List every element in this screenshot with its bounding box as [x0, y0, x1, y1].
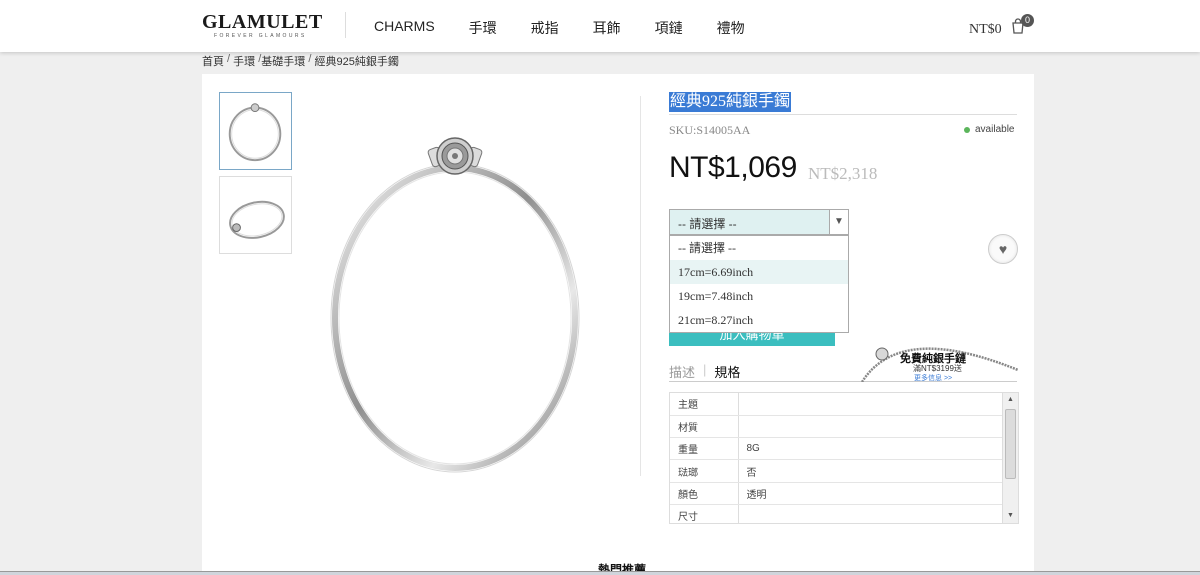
- original-price: NT$2,318: [808, 164, 878, 183]
- promo-more-link[interactable]: 更多信息 >>: [914, 373, 952, 382]
- nav-item-bracelets[interactable]: 手環: [469, 18, 497, 38]
- breadcrumb-basic-bracelets[interactable]: 基礎手環: [261, 53, 305, 69]
- product-sku: SKU:S14005AA: [669, 123, 751, 137]
- breadcrumb-bracelets[interactable]: 手環: [233, 53, 255, 69]
- scroll-down-icon[interactable]: ▼: [1003, 509, 1018, 523]
- nav-item-gifts[interactable]: 禮物: [717, 18, 745, 38]
- product-main-image: [330, 137, 580, 473]
- thumbnail-side[interactable]: [219, 176, 292, 254]
- table-row: 尺寸: [670, 504, 1003, 523]
- cart-total[interactable]: NT$0: [969, 22, 1002, 38]
- table-row: 重量 8G: [670, 437, 1003, 461]
- title-underline: [669, 114, 1017, 115]
- spec-key: 尺寸: [670, 504, 739, 523]
- bracelet-thumbnail-image: [228, 103, 282, 162]
- scrollbar-thumb[interactable]: [1005, 409, 1016, 479]
- cart-count-badge: 0: [1021, 14, 1034, 27]
- spec-key: 主題: [670, 393, 739, 416]
- scroll-up-icon[interactable]: ▲: [1003, 393, 1018, 407]
- size-option-19cm[interactable]: 19cm=7.48inch: [670, 284, 848, 308]
- spec-key: 重量: [670, 437, 739, 461]
- availability-label: available: [975, 124, 1015, 135]
- spec-key: 材質: [670, 415, 739, 439]
- size-select-value: -- 請選擇 --: [678, 217, 737, 231]
- spec-scrollbar[interactable]: ▲ ▼: [1002, 393, 1018, 523]
- breadcrumb-current: 經典925純銀手鐲: [314, 56, 399, 68]
- size-option-default[interactable]: -- 請選擇 --: [670, 236, 848, 260]
- spec-key: 琺瑯: [670, 459, 739, 483]
- spec-value: 透明: [738, 482, 1003, 505]
- size-option-21cm[interactable]: 21cm=8.27inch: [670, 308, 848, 332]
- nav-item-rings[interactable]: 戒指: [531, 18, 559, 38]
- status-dot-icon: [964, 126, 970, 133]
- size-dropdown-list: -- 請選擇 -- 17cm=6.69inch 19cm=7.48inch 21…: [669, 235, 849, 333]
- breadcrumb-separator: /: [224, 53, 234, 65]
- table-row: 材質: [670, 415, 1003, 439]
- main-nav: CHARMS 手環 戒指 耳飾 項鏈 禮物: [374, 18, 779, 38]
- product-panel: 經典925純銀手鐲 SKU:S14005AA available NT$1,06…: [202, 74, 1034, 575]
- table-row: 主題: [670, 393, 1003, 416]
- promo-banner[interactable]: 免費純銀手鏈 滿NT$3199送 更多信息 >>: [860, 330, 1020, 382]
- product-tabs: 描述 | 規格: [669, 362, 740, 381]
- wishlist-button[interactable]: ♥: [988, 234, 1018, 264]
- spec-key: 顏色: [670, 482, 739, 505]
- spec-value: [738, 415, 1003, 439]
- tab-specifications[interactable]: 規格: [714, 362, 740, 381]
- nav-item-necklaces[interactable]: 項鏈: [655, 18, 683, 38]
- table-row: 琺瑯否: [670, 459, 1003, 483]
- site-header: GLAMULET FOREVER GLAMOURS CHARMS 手環 戒指 耳…: [0, 0, 1200, 52]
- column-divider: [640, 96, 641, 476]
- size-option-17cm[interactable]: 17cm=6.69inch: [670, 260, 848, 284]
- thumbnail-front[interactable]: [219, 92, 292, 170]
- chevron-down-icon[interactable]: ▼: [829, 210, 848, 234]
- breadcrumb: 首頁 / 手環 / 基礎手環 / 經典925純銀手鐲: [202, 53, 399, 69]
- nav-item-charms[interactable]: CHARMS: [374, 18, 435, 38]
- logo-text: GLAMULET: [202, 11, 323, 33]
- tab-description[interactable]: 描述: [669, 362, 695, 381]
- product-title: 經典925純銀手鐲: [669, 92, 792, 112]
- availability-status: available: [964, 124, 1014, 135]
- spec-table: 主題 材質 重量 8G 琺瑯否 顏色 透明 尺寸 ▲ ▼: [669, 392, 1019, 524]
- spec-value: [738, 393, 1003, 416]
- spec-value: 否: [738, 459, 1003, 483]
- product-price: NT$1,069: [669, 151, 797, 184]
- breadcrumb-separator: /: [305, 53, 315, 65]
- bracelet-side-thumbnail-image: [229, 200, 285, 239]
- nav-item-earrings[interactable]: 耳飾: [593, 18, 621, 38]
- header-divider: [345, 12, 346, 38]
- os-taskbar: [0, 571, 1200, 575]
- size-select[interactable]: -- 請選擇 -- ▼: [669, 209, 849, 235]
- spec-value: 8G: [738, 437, 1003, 461]
- logo[interactable]: GLAMULET FOREVER GLAMOURS: [202, 11, 322, 39]
- tab-separator: |: [703, 362, 707, 377]
- heart-icon: ♥: [998, 241, 1008, 257]
- breadcrumb-home[interactable]: 首頁: [202, 53, 224, 69]
- table-row: 顏色 透明: [670, 482, 1003, 505]
- logo-tagline: FOREVER GLAMOURS: [214, 33, 307, 39]
- spec-value: [738, 504, 1003, 523]
